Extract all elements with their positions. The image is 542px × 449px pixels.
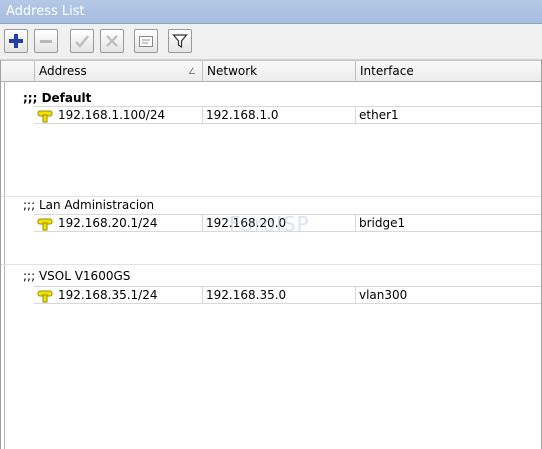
- tree-guide-line: [4, 82, 5, 449]
- column-header-network-label: Network: [207, 64, 258, 78]
- column-header-interface-label: Interface: [360, 64, 414, 78]
- column-header-address[interactable]: Address ∠: [34, 61, 202, 82]
- address-value: 192.168.20.1/24: [58, 216, 158, 230]
- window-title: Address List: [6, 4, 85, 19]
- address-status-icon: [37, 110, 53, 123]
- check-icon: [75, 35, 89, 48]
- window-title-bar: Address List: [0, 0, 542, 24]
- funnel-icon: [172, 34, 188, 49]
- address-value: 192.168.1.100/24: [58, 108, 166, 122]
- add-button[interactable]: [4, 29, 28, 53]
- comment-button[interactable]: [134, 29, 158, 53]
- interface-cell: ether1: [355, 107, 541, 124]
- comment-row[interactable]: ;;; Lan Administracion: [23, 197, 154, 213]
- column-header-network[interactable]: Network: [202, 61, 355, 82]
- address-list-table: Address ∠ Network Interface ;;; Default …: [0, 60, 542, 449]
- toolbar: [0, 24, 542, 60]
- table-row[interactable]: 192.168.1.100/24 192.168.1.0 ether1: [34, 106, 541, 124]
- watermark: ForoISP: [229, 212, 310, 236]
- address-status-icon: [37, 290, 53, 303]
- remove-button[interactable]: [34, 29, 58, 53]
- interface-cell: vlan300: [355, 287, 541, 304]
- disable-button[interactable]: [100, 29, 124, 53]
- sort-indicator-icon: ∠: [187, 67, 196, 77]
- comment-row[interactable]: ;;; Default: [23, 90, 91, 106]
- network-cell: 192.168.35.0: [202, 287, 355, 304]
- minus-icon: [40, 40, 52, 43]
- network-cell: 192.168.1.0: [202, 107, 355, 124]
- address-cell: 192.168.1.100/24: [34, 107, 202, 124]
- address-value: 192.168.35.1/24: [58, 288, 158, 302]
- table-header: Address ∠ Network Interface: [1, 60, 541, 82]
- header-spacer: [4, 61, 34, 82]
- address-cell: 192.168.35.1/24: [34, 287, 202, 304]
- column-header-address-label: Address: [39, 64, 87, 78]
- comment-row[interactable]: ;;; VSOL V1600GS: [23, 268, 130, 284]
- enable-button[interactable]: [70, 29, 94, 53]
- address-cell: 192.168.20.1/24: [34, 215, 202, 232]
- filter-button[interactable]: [168, 29, 192, 53]
- table-row[interactable]: 192.168.35.1/24 192.168.35.0 vlan300: [34, 286, 541, 304]
- plus-icon: [9, 34, 23, 48]
- interface-cell: bridge1: [355, 215, 541, 232]
- address-status-icon: [37, 218, 53, 231]
- column-header-interface[interactable]: Interface: [355, 61, 541, 82]
- note-icon: [139, 36, 153, 47]
- row-divider: [1, 264, 541, 265]
- x-icon: [106, 35, 118, 47]
